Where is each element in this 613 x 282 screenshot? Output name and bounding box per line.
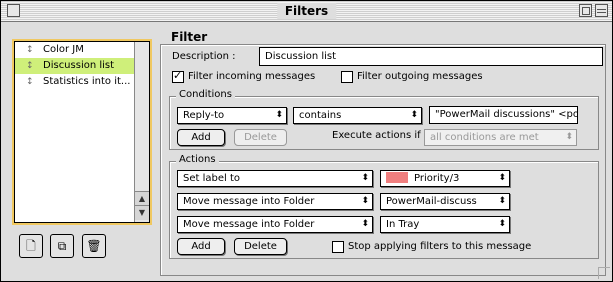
- filter-list-item[interactable]: ↕ Statistics into it...: [15, 74, 149, 90]
- delete-filter-icon: 🗑: [86, 239, 102, 253]
- action-add-button[interactable]: Add: [177, 238, 225, 255]
- chevron-updown-icon: ⬍: [565, 132, 573, 142]
- action-target-popup[interactable]: In Tray ⬍: [380, 216, 510, 233]
- chevron-updown-icon: ⬍: [410, 110, 418, 120]
- chevron-updown-icon: ⬍: [498, 196, 506, 206]
- condition-delete-button[interactable]: Delete: [234, 129, 287, 146]
- execute-actions-label: Execute actions if: [332, 130, 421, 141]
- action-type-popup[interactable]: Move message into Folder ⬍: [177, 193, 373, 210]
- close-box-icon[interactable]: [7, 4, 20, 17]
- chevron-updown-icon: ⬍: [361, 173, 369, 183]
- filter-incoming-checkbox[interactable]: [172, 69, 184, 83]
- conditions-title: Conditions: [176, 89, 235, 100]
- delete-filter-button[interactable]: 🗑: [82, 234, 106, 258]
- description-label: Description :: [172, 51, 236, 62]
- collapse-box-icon[interactable]: [595, 4, 608, 17]
- execute-actions-value: all conditions are met: [430, 132, 539, 143]
- description-field[interactable]: Discussion list: [259, 47, 603, 66]
- duplicate-filter-icon: ⧉: [57, 239, 67, 253]
- actions-title: Actions: [176, 154, 219, 165]
- filter-list-item[interactable]: ↕ Color JM: [15, 42, 149, 58]
- action-target-popup[interactable]: Priority/3 ⬍: [380, 170, 510, 187]
- filter-heading: Filter: [171, 30, 208, 44]
- drag-handle-icon[interactable]: ↕: [26, 74, 34, 90]
- resize-grip-icon[interactable]: [598, 267, 610, 279]
- action-target-popup[interactable]: PowerMail-discuss ⬍: [380, 193, 510, 210]
- action-target-value: Priority/3: [414, 173, 460, 184]
- action-target-value: In Tray: [386, 219, 420, 230]
- action-type-value: Move message into Folder: [183, 219, 315, 230]
- action-type-value: Move message into Folder: [183, 196, 315, 207]
- filter-outgoing-checkbox[interactable]: [341, 71, 353, 83]
- chevron-updown-icon: ⬍: [361, 196, 369, 206]
- execute-actions-popup[interactable]: all conditions are met ⬍: [424, 129, 577, 146]
- filters-window: Filters ↕ Color JM ↕ Discussion list ↕ S…: [0, 0, 613, 282]
- filter-incoming-label: Filter incoming messages: [188, 71, 316, 82]
- filter-outgoing-label: Filter outgoing messages: [357, 71, 483, 82]
- window-title: Filters: [276, 3, 337, 19]
- action-type-popup[interactable]: Move message into Folder ⬍: [177, 216, 373, 233]
- stop-applying-label: Stop applying filters to this message: [348, 241, 532, 252]
- action-type-value: Set label to: [183, 173, 241, 184]
- filter-list-item-selected[interactable]: ↕ Discussion list: [15, 58, 149, 74]
- action-delete-button[interactable]: Delete: [234, 238, 287, 255]
- title-bar[interactable]: Filters: [1, 1, 612, 22]
- filter-list-item-label: Color JM: [43, 44, 84, 55]
- stop-applying-checkbox[interactable]: [332, 241, 344, 253]
- new-filter-icon: 🗋: [26, 239, 36, 253]
- new-filter-button[interactable]: 🗋: [19, 234, 43, 258]
- chevron-updown-icon: ⬍: [498, 219, 506, 229]
- condition-value-field[interactable]: "PowerMail discussions" <po: [429, 106, 578, 124]
- condition-operator-popup[interactable]: contains ⬍: [293, 107, 422, 124]
- chevron-updown-icon: ⬍: [361, 219, 369, 229]
- duplicate-filter-button[interactable]: ⧉: [50, 234, 74, 258]
- drag-handle-icon[interactable]: ↕: [26, 58, 34, 74]
- condition-field-value: Reply-to: [183, 110, 225, 121]
- list-scrollbar[interactable]: ▲ ▼: [134, 42, 149, 222]
- zoom-box-icon[interactable]: [579, 4, 592, 17]
- action-target-value: PowerMail-discuss: [386, 196, 477, 207]
- filter-list-item-label: Discussion list: [43, 60, 115, 71]
- condition-add-button[interactable]: Add: [177, 129, 225, 146]
- chevron-updown-icon: ⬍: [498, 173, 506, 183]
- condition-field-popup[interactable]: Reply-to ⬍: [177, 107, 287, 124]
- condition-operator-value: contains: [299, 110, 342, 121]
- filter-list[interactable]: ↕ Color JM ↕ Discussion list ↕ Statistic…: [14, 41, 150, 223]
- scroll-up-arrow-icon[interactable]: ▲: [135, 191, 149, 206]
- drag-handle-icon[interactable]: ↕: [26, 42, 34, 58]
- action-type-popup[interactable]: Set label to ⬍: [177, 170, 373, 187]
- scroll-down-arrow-icon[interactable]: ▼: [135, 205, 149, 220]
- label-color-swatch: [386, 171, 408, 183]
- chevron-updown-icon: ⬍: [275, 110, 283, 120]
- filter-list-item-label: Statistics into it...: [43, 76, 131, 87]
